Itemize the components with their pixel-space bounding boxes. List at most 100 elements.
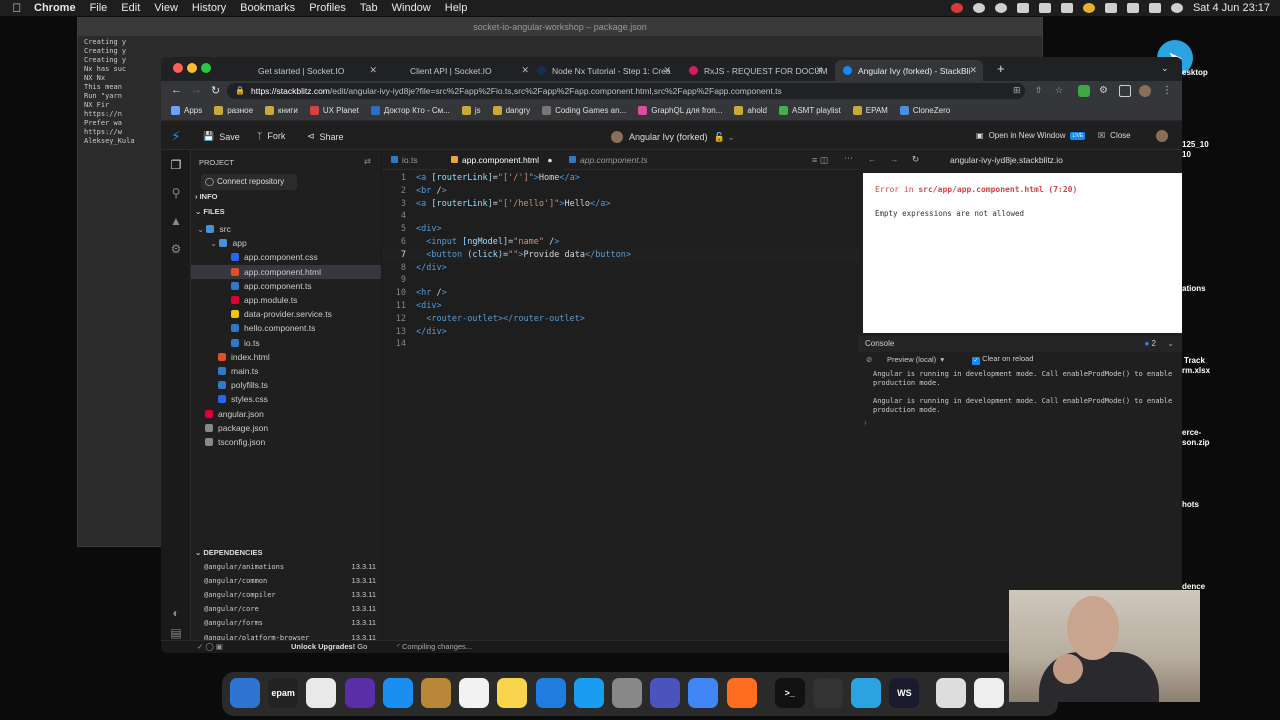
sync-icon[interactable]: ⇄ [364,156,371,167]
editor-tab[interactable]: io.ts [388,150,446,170]
code-line[interactable]: 5 <div> [382,223,858,236]
lock-icon[interactable]: 🔒 [235,83,245,99]
file-tree-item[interactable]: styles.css [191,392,381,406]
desktop-label[interactable]: erce- [1182,428,1201,437]
file-tree-item[interactable]: angular.json [191,407,381,421]
minimize-window-button[interactable] [187,63,197,73]
cloud-icon[interactable] [1038,3,1051,13]
dock-app-icon[interactable] [612,678,642,708]
bookmark-item[interactable]: Apps [171,106,202,115]
menu-history[interactable]: History [192,2,226,14]
dependency-row[interactable]: @angular/core 13.3.11 [204,602,376,616]
settings-gear-icon[interactable]: ⚙ [169,242,183,256]
close-window-button[interactable] [173,63,183,73]
bookmark-item[interactable]: книги [265,106,298,115]
dock-app-icon[interactable] [726,678,757,708]
dock-app-icon[interactable] [573,678,604,708]
dock-app-icon[interactable] [421,678,451,708]
code-line[interactable]: 6 <input [ngModel]="name" /> [382,236,858,249]
theme-toggle-icon[interactable]: ◐ [169,606,183,620]
file-tree-item[interactable]: main.ts [191,364,381,378]
console-header[interactable]: Console ● 2 ⌄ [858,336,1182,352]
preview-url[interactable]: angular-ivy-iyd8je.stackblitz.io [950,155,1063,165]
bookmark-item[interactable]: ahold [734,106,767,115]
chevron-down-icon[interactable]: ⌄ [1167,336,1174,352]
code-line[interactable]: 4 [382,210,858,223]
dock-app-icon[interactable] [650,678,681,708]
search-icon[interactable]: ⚲ [169,186,183,200]
browser-tab[interactable]: Angular Ivy (forked) - StackBli ✕ [835,60,983,81]
file-tree-item[interactable]: app.component.css [191,250,381,264]
extension-icon[interactable] [1078,85,1090,97]
menu-profiles[interactable]: Profiles [309,2,346,14]
new-tab-button[interactable]: + [997,61,1005,76]
file-tree-item[interactable]: hello.component.ts [191,321,381,335]
desktop-label[interactable]: 10 [1182,150,1191,159]
firebase-icon[interactable]: ▲ [169,214,183,228]
side-panel-icon[interactable] [1119,85,1131,97]
desktop-label[interactable]: son.zip [1182,438,1210,447]
tab-close-icon[interactable]: ✕ [369,65,377,76]
clipboard-icon[interactable] [1016,3,1029,13]
menu-chrome[interactable]: Chrome [34,2,76,14]
tab-close-icon[interactable]: ✕ [521,65,529,76]
browser-tab[interactable]: Client API | Socket.IO ✕ [387,60,535,81]
file-tree-item[interactable]: ⌄ app [191,236,381,250]
tab-close-icon[interactable]: ✕ [815,65,823,76]
dependency-row[interactable]: @angular/platform-browser 13.3.11 [204,631,376,641]
dock-app-icon[interactable] [851,678,882,708]
file-tree-item[interactable]: io.ts [191,336,381,350]
fork-button[interactable]: ᛉ Fork [257,131,285,141]
file-tree-item[interactable]: index.html [191,350,381,364]
file-tree-item[interactable]: app.component.html [191,264,381,279]
desktop-label[interactable]: hots [1182,500,1199,509]
extensions-puzzle-icon[interactable]: ⚙ [1099,85,1111,97]
notification-icon[interactable] [1082,3,1095,13]
browser-tab[interactable]: Node Nx Tutorial - Step 1: Crea ✕ [529,60,677,81]
code-line[interactable]: 1 <a [routerLink]="['/']">Home</a> [382,172,858,185]
siri-icon[interactable] [1170,3,1183,13]
apple-icon[interactable]:  [0,1,34,15]
save-button[interactable]: 💾 Save [203,131,240,142]
dock-app-icon[interactable] [497,678,528,708]
bookmark-item[interactable]: Доктор Кто - См... [370,106,450,115]
console-prompt-icon[interactable]: › [864,418,867,427]
dock-app-icon[interactable] [688,678,719,708]
social-icons[interactable]: ✓ ◯ ▣ [197,642,223,651]
control-center-icon[interactable] [1126,3,1139,13]
code-line[interactable]: 13 </div> [382,326,858,339]
bookmark-item[interactable]: EPAM [852,106,888,115]
desktop-label[interactable]: esktop [1182,68,1208,77]
tab-close-icon[interactable]: ✕ [969,65,977,76]
dock-app-icon[interactable] [935,678,966,708]
clear-on-reload-checkbox[interactable]: ✓ Clear on reload [972,354,1033,365]
file-tree-item[interactable]: polyfills.ts [191,378,381,392]
dock-app-icon[interactable]: WS [889,678,920,708]
dependency-row[interactable]: @angular/common 13.3.11 [204,574,376,588]
bookmark-item[interactable]: dangry [492,106,530,115]
stackblitz-logo-icon[interactable]: ⚡ [171,128,181,145]
search-icon[interactable] [1148,3,1161,13]
project-title[interactable]: Angular Ivy (forked) 🔓 ⌄ [611,131,735,143]
dependency-row[interactable]: @angular/animations 13.3.11 [204,560,376,574]
connect-repository-button[interactable]: ◯ Connect repository [201,174,297,190]
code-line[interactable]: 7 <button (click)="">Provide data</butto… [382,248,858,262]
dock-app-icon[interactable]: >_ [774,678,805,708]
error-file-link[interactable]: src/app/app.component.html (7:20) [918,185,1077,194]
dock-app-icon[interactable] [973,678,1004,708]
browser-tab[interactable]: RxJS - REQUEST FOR DOCUM ✕ [681,60,829,81]
profile-avatar[interactable] [1139,85,1151,97]
bookmark-item[interactable]: GraphQL для fron... [638,106,722,115]
more-actions-icon[interactable]: ⋯ [844,153,853,164]
code-line[interactable]: 12 <router-outlet></router-outlet> [382,313,858,326]
bookmark-item[interactable]: js [461,106,481,115]
sync-icon[interactable] [972,3,985,13]
file-tree-item[interactable]: package.json [191,421,381,435]
reload-button[interactable]: ↻ [211,84,220,97]
forward-button[interactable]: → [191,84,202,96]
maximize-window-button[interactable] [201,63,211,73]
install-icon[interactable]: ⊞ [1013,85,1025,97]
preview-frame[interactable]: Error in src/app/app.component.html (7:2… [863,173,1182,333]
menu-bookmarks[interactable]: Bookmarks [240,2,295,14]
open-new-window-button[interactable]: ▣ Open in New Window LIVE [976,131,1086,140]
